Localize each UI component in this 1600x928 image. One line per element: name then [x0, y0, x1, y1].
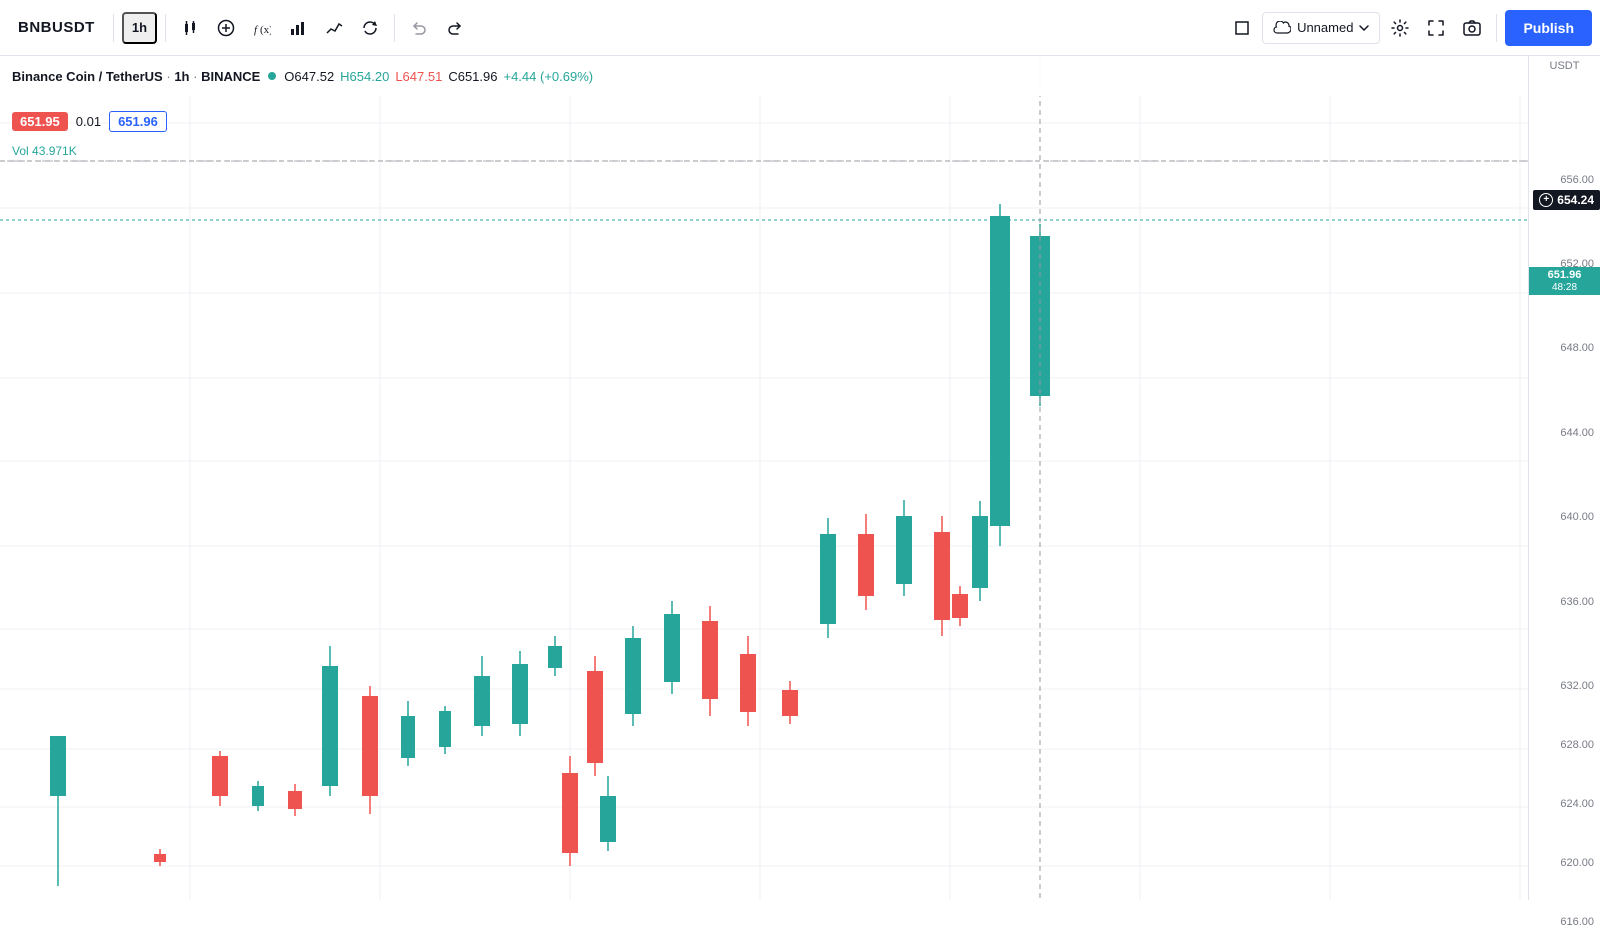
replay-icon [361, 19, 379, 37]
chart-main[interactable]: Binance Coin / TetherUS · 1h · BINANCE O… [0, 56, 1528, 900]
price-level-656: 656.00 [1560, 174, 1594, 186]
publish-button[interactable]: Publish [1505, 10, 1592, 46]
chart-container[interactable]: Binance Coin / TetherUS · 1h · BINANCE O… [0, 56, 1600, 900]
separator-1 [113, 14, 114, 42]
price-level-616: 616.00 [1560, 916, 1594, 928]
price-level-620: 620.00 [1560, 857, 1594, 869]
price-level-640: 640.00 [1560, 511, 1594, 523]
cloud-icon [1273, 21, 1291, 35]
crosshair-price-badge: + 654.24 [1533, 190, 1600, 210]
plus-circle-icon [217, 19, 235, 37]
redo-icon [446, 19, 464, 37]
price-axis: USDT + 654.24 651.96 48:28 656.00 652.00… [1528, 56, 1600, 900]
separator-2 [165, 14, 166, 42]
price-level-648: 648.00 [1560, 342, 1594, 354]
fx-icon: f (x) [253, 19, 271, 37]
bar-chart-button[interactable] [282, 12, 314, 44]
crosshair-price-value: 654.24 [1557, 193, 1594, 207]
cloud-save-button[interactable]: Unnamed [1262, 12, 1380, 44]
line-chart-icon [325, 19, 343, 37]
square-icon [1233, 19, 1251, 37]
price-level-628: 628.00 [1560, 739, 1594, 751]
square-button[interactable] [1226, 12, 1258, 44]
separator-3 [394, 14, 395, 42]
symbol-label: BNBUSDT [8, 19, 105, 36]
candle-icon [181, 19, 199, 37]
price-level-644: 644.00 [1560, 427, 1594, 439]
candlestick-chart[interactable] [0, 56, 1528, 900]
plus-icon: + [1539, 193, 1553, 207]
undo-button[interactable] [403, 12, 435, 44]
interval-button[interactable]: 1h [122, 12, 157, 44]
camera-icon [1463, 19, 1481, 37]
replay-button[interactable] [354, 12, 386, 44]
screenshot-button[interactable] [1456, 12, 1488, 44]
chevron-down-icon [1359, 25, 1369, 31]
line-chart-button[interactable] [318, 12, 350, 44]
settings-button[interactable] [1384, 12, 1416, 44]
redo-button[interactable] [439, 12, 471, 44]
svg-text:(x): (x) [260, 24, 271, 36]
toolbar: BNBUSDT 1h f (x) [0, 0, 1600, 56]
price-level-624: 624.00 [1560, 798, 1594, 810]
indicator-button[interactable]: f (x) [246, 12, 278, 44]
fullscreen-icon [1427, 19, 1445, 37]
fullscreen-button[interactable] [1420, 12, 1452, 44]
price-level-652: 652.00 [1560, 258, 1594, 270]
currency-label: USDT [1529, 60, 1600, 72]
price-level-632: 632.00 [1560, 680, 1594, 692]
svg-text:f: f [254, 24, 259, 36]
undo-icon [410, 19, 428, 37]
price-level-636: 636.00 [1560, 596, 1594, 608]
add-indicator-button[interactable] [210, 12, 242, 44]
current-price-label: 651.96 48:28 [1529, 267, 1600, 295]
gear-icon [1391, 19, 1409, 37]
cloud-label: Unnamed [1297, 20, 1353, 35]
candle-type-button[interactable] [174, 12, 206, 44]
separator-4 [1496, 14, 1497, 42]
bar-chart-icon [289, 19, 307, 37]
